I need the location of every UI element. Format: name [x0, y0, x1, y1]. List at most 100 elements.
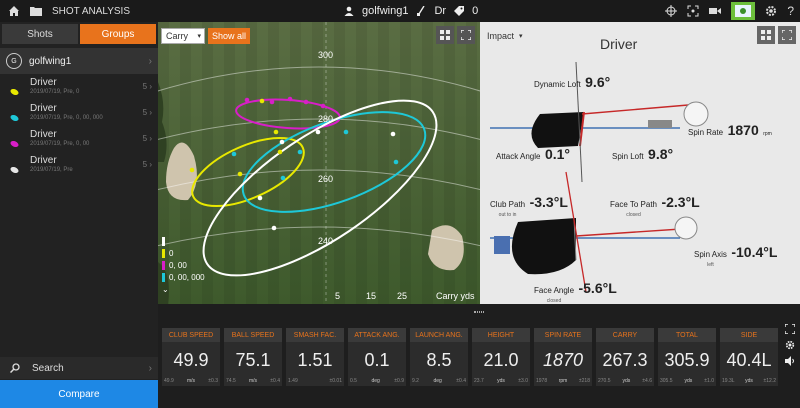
- video-icon[interactable]: [709, 6, 722, 16]
- range-dispersion-view[interactable]: 300 280 260 240 5 15 25 Carry yds Carry …: [158, 22, 480, 304]
- tab-groups[interactable]: Groups: [80, 24, 156, 44]
- legend-item: 0: [162, 248, 205, 260]
- chevron-down-icon: ▾: [197, 33, 201, 40]
- stat-value: 0.1: [364, 350, 390, 370]
- stat-tile: CLUB SPEED 49.9 49.9 m/s ±0.3: [162, 328, 220, 386]
- expand-button[interactable]: [778, 26, 796, 44]
- attack-angle-metric: Attack Angle 0.1°: [496, 146, 570, 162]
- spin-axis-metric: Spin Axis left -10.4°L: [694, 244, 778, 268]
- stat-value: 40.4L: [726, 350, 772, 370]
- stat-header[interactable]: CARRY: [596, 328, 654, 342]
- stat-value: 1.51: [297, 350, 333, 370]
- stat-value: 49.9: [173, 350, 209, 370]
- stat-header[interactable]: HEIGHT: [472, 328, 530, 342]
- impact-mode-select[interactable]: Impact ▾: [484, 28, 534, 44]
- group-item[interactable]: Driver 2019/07/19, Pre, 0 5 ›: [0, 74, 158, 100]
- grid-view-button[interactable]: [436, 26, 454, 44]
- stat-header[interactable]: SIDE: [720, 328, 778, 342]
- stat-unit: m/s: [248, 378, 258, 384]
- tab-shots[interactable]: Shots: [2, 24, 78, 44]
- sidebar-user-row[interactable]: G golfwing1 ›: [0, 48, 158, 74]
- grid-view-button[interactable]: [757, 26, 775, 44]
- group-item[interactable]: Driver 2019/07/19, Pre, 0, 00 5 ›: [0, 126, 158, 152]
- stat-deviation: ±0.3: [208, 378, 218, 384]
- legend-item: 0, 00, 000: [162, 272, 205, 284]
- range-mode-value: Carry: [166, 31, 188, 41]
- stat-footer: 270.5 yds ±4.6: [598, 378, 652, 384]
- expand-icon: [461, 30, 471, 40]
- stat-tile: ATTACK ANG. 0.1 0.5 deg ±0.9: [348, 328, 406, 386]
- chevron-down-icon[interactable]: ⌄: [162, 284, 205, 296]
- stat-tile: CARRY 267.3 270.5 yds ±4.6: [596, 328, 654, 386]
- spin-loft-metric: Spin Loft 9.8°: [612, 146, 674, 162]
- group-meta: 2019/07/19, Pre, 0, 00: [30, 141, 90, 147]
- drag-handle-icon[interactable]: [474, 311, 484, 313]
- stat-deviation: ±3.0: [518, 378, 528, 384]
- course-map-icon[interactable]: [731, 2, 756, 20]
- stat-value: 21.0: [483, 350, 519, 370]
- group-item[interactable]: Driver 2019/07/19, Pre 5 ›: [0, 152, 158, 178]
- stat-unit: yds: [684, 378, 693, 384]
- group-meta: 2019/07/19, Pre, 0: [30, 89, 80, 95]
- camera-frame-icon[interactable]: [687, 5, 699, 17]
- gear-icon[interactable]: [785, 340, 795, 350]
- distance-label: 300: [318, 50, 334, 60]
- stat-unit: rpm: [558, 378, 568, 384]
- gear-icon[interactable]: [765, 5, 777, 17]
- stat-deviation: ±0.4: [456, 378, 466, 384]
- stat-value: 1870: [542, 350, 584, 370]
- club-name: Dr: [434, 5, 447, 17]
- stat-header[interactable]: SPIN RATE: [534, 328, 592, 342]
- group-count: 5 ›: [142, 134, 152, 143]
- grid-icon: [761, 30, 771, 40]
- stat-header[interactable]: TOTAL: [658, 328, 716, 342]
- spin-rate-metric: Spin Rate 1870 rpm: [688, 122, 772, 138]
- group-meta: 2019/07/19, Pre, 0, 00, 000: [30, 115, 103, 121]
- user-icon: [344, 6, 354, 16]
- panel-divider[interactable]: [158, 304, 800, 320]
- expand-button[interactable]: [457, 26, 475, 44]
- stat-header[interactable]: BALL SPEED: [224, 328, 282, 342]
- stat-average: 305.5: [660, 378, 673, 384]
- folder-icon[interactable]: [28, 3, 44, 19]
- stat-deviation: ±0.01: [329, 378, 342, 384]
- group-name: Driver: [30, 129, 57, 140]
- group-name: Driver: [30, 77, 57, 88]
- crosshair-icon[interactable]: [665, 5, 678, 17]
- show-all-button[interactable]: Show all: [208, 28, 250, 44]
- ball-icon: [10, 160, 19, 174]
- search-row[interactable]: Search ›: [0, 357, 158, 379]
- stat-header[interactable]: LAUNCH ANG.: [410, 328, 468, 342]
- group-item[interactable]: Driver 2019/07/19, Pre, 0, 00, 000 5 ›: [0, 100, 158, 126]
- stat-deviation: ±218: [578, 378, 590, 384]
- stat-tile: HEIGHT 21.0 23.7 yds ±3.0: [472, 328, 530, 386]
- stats-controls: [780, 320, 800, 408]
- stat-unit: deg: [371, 378, 380, 384]
- stat-header[interactable]: CLUB SPEED: [162, 328, 220, 342]
- stat-tile: SPIN RATE 1870 1978 rpm ±218: [534, 328, 592, 386]
- stat-tile: LAUNCH ANG. 8.5 9.2 deg ±0.4: [410, 328, 468, 386]
- help-icon[interactable]: ?: [787, 4, 794, 18]
- stat-value: 8.5: [426, 350, 452, 370]
- stat-footer: 9.2 deg ±0.4: [412, 378, 466, 384]
- home-icon[interactable]: [6, 3, 22, 19]
- group-count: 5 ›: [142, 108, 152, 117]
- range-mode-select[interactable]: Carry ▾: [161, 28, 205, 44]
- stat-footer: 23.7 yds ±3.0: [474, 378, 528, 384]
- impact-view[interactable]: Impact ▾ Driver Dynamic Loft 9.6° Spin R…: [480, 22, 800, 304]
- stat-unit: yds: [745, 378, 753, 384]
- stat-header[interactable]: SMASH FAC.: [286, 328, 344, 342]
- stat-tile: BALL SPEED 75.1 74.5 m/s ±0.4: [224, 328, 282, 386]
- side-label: 25: [397, 291, 408, 301]
- stat-header[interactable]: ATTACK ANG.: [348, 328, 406, 342]
- expand-icon[interactable]: [785, 324, 795, 334]
- distance-label: 280: [318, 114, 334, 124]
- stat-footer: 0.5 deg ±0.9: [350, 378, 404, 384]
- compare-button[interactable]: Compare: [0, 380, 158, 408]
- sidebar-user-name: golfwing1: [29, 55, 72, 67]
- speaker-icon[interactable]: [785, 356, 795, 366]
- stat-footer: 49.9 m/s ±0.3: [164, 378, 218, 384]
- stat-footer: 1.49 ±0.01: [288, 378, 342, 384]
- stat-deviation: ±12.2: [763, 378, 776, 384]
- stat-footer: 305.5 yds ±1.0: [660, 378, 714, 384]
